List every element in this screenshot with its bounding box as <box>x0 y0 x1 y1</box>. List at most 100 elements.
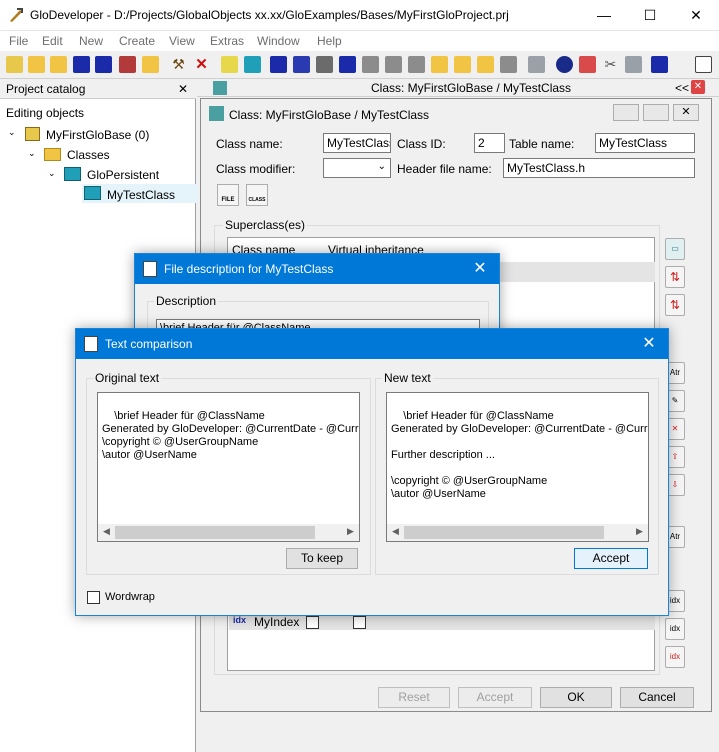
menu-view[interactable]: View <box>169 34 195 48</box>
open-db-icon[interactable] <box>142 56 159 73</box>
reset-button[interactable]: Reset <box>378 687 450 708</box>
index-case-checkbox[interactable] <box>353 616 366 629</box>
link-icon[interactable] <box>454 56 471 73</box>
close-button[interactable]: ✕ <box>673 0 719 31</box>
tree-item-mytestclass[interactable]: MyTestClass <box>107 188 175 202</box>
settings-icon[interactable] <box>625 56 642 73</box>
scroll-thumb[interactable] <box>115 526 315 539</box>
minimize-button[interactable] <box>613 104 639 121</box>
database-icon[interactable] <box>221 56 238 73</box>
tools-icon[interactable]: ✂ <box>602 56 619 73</box>
class-id-field[interactable]: 2 <box>474 133 505 153</box>
delete-icon[interactable]: ✕ <box>193 56 210 73</box>
stack-icon[interactable] <box>316 56 333 73</box>
file-icon: FILE <box>143 261 157 277</box>
mdi-tab-title[interactable]: Class: MyFirstGloBase / MyTestClass <box>371 81 571 95</box>
menu-file[interactable]: File <box>9 34 28 48</box>
ok-button[interactable]: OK <box>540 687 612 708</box>
original-text-content: \brief Header für @ClassName Generated b… <box>102 410 359 461</box>
scroll-left-icon[interactable]: ◀ <box>98 525 115 538</box>
close-icon[interactable]: ✕ <box>178 82 188 96</box>
menu-new[interactable]: New <box>79 34 103 48</box>
file-description-header: FILE File description for MyTestClass ✕ <box>135 254 499 284</box>
tree-item-glopersistent[interactable]: GloPersistent <box>87 168 159 182</box>
open-icon[interactable] <box>50 56 67 73</box>
save-all-icon[interactable] <box>95 56 112 73</box>
tree-item-database[interactable]: MyFirstGloBase (0) <box>46 128 149 142</box>
move-down-icon[interactable]: ⇅ <box>665 294 685 316</box>
scroll-left-icon[interactable]: ◀ <box>387 525 404 538</box>
header-file-field[interactable]: MyTestClass.h <box>503 158 695 178</box>
chevron-down-icon[interactable]: ⌄ <box>8 127 16 138</box>
tree-icon[interactable] <box>528 56 545 73</box>
original-text-area[interactable]: \brief Header für @ClassName Generated b… <box>97 392 360 542</box>
new-scrollbar[interactable]: ◀ ▶ <box>387 524 648 541</box>
page-icon[interactable] <box>500 56 517 73</box>
save-db-icon[interactable] <box>270 56 287 73</box>
class-name-field[interactable]: MyTestClass <box>323 133 391 153</box>
objects-icon[interactable] <box>293 56 310 73</box>
restore-button[interactable] <box>643 104 669 121</box>
properties-icon[interactable] <box>119 56 136 73</box>
project-catalog-header: Project catalog ✕ <box>0 80 196 99</box>
doc1-icon[interactable] <box>362 56 379 73</box>
build-icon[interactable]: ⚒ <box>170 56 187 73</box>
wordwrap-label: Wordwrap <box>105 591 155 603</box>
new-text-area[interactable]: \brief Header für @ClassName Generated b… <box>386 392 649 542</box>
original-text-label: Original text <box>93 371 162 385</box>
accept-button[interactable]: Accept <box>574 548 648 569</box>
edit-index-icon[interactable]: idx <box>665 618 685 640</box>
new-text-content: \brief Header für @ClassName Generated b… <box>391 410 648 500</box>
menu-edit[interactable]: Edit <box>42 34 63 48</box>
doc3-icon[interactable] <box>408 56 425 73</box>
hammer-icon <box>213 81 227 95</box>
file-description-button[interactable]: FILE <box>217 184 239 206</box>
windows-icon[interactable] <box>651 56 668 73</box>
class-description-button[interactable]: CLASS <box>246 184 268 206</box>
tree-item-classes[interactable]: Classes <box>67 148 110 162</box>
grid-icon[interactable] <box>579 56 596 73</box>
globe-icon[interactable] <box>556 56 573 73</box>
close-icon[interactable]: ✕ <box>461 254 499 284</box>
open-folder-icon[interactable] <box>28 56 45 73</box>
wordwrap-checkbox[interactable] <box>87 591 100 604</box>
table-icon[interactable] <box>244 56 261 73</box>
close-button[interactable]: ✕ <box>673 104 699 121</box>
accept-label: Accept <box>592 551 630 565</box>
save-icon[interactable] <box>73 56 90 73</box>
superclass-label: Superclass(es) <box>223 218 308 232</box>
class-modifier-select[interactable]: ⌄ <box>323 158 391 178</box>
delete-index-icon[interactable]: idx <box>665 646 685 668</box>
chevron-down-icon[interactable]: ⌄ <box>48 168 56 179</box>
table-name-field[interactable]: MyTestClass <box>595 133 695 153</box>
menu-help[interactable]: Help <box>317 34 342 48</box>
menu-extras[interactable]: Extras <box>210 34 244 48</box>
cancel-button[interactable]: Cancel <box>620 687 694 708</box>
add-superclass-icon[interactable]: ▭ <box>665 238 685 260</box>
list-icon[interactable] <box>339 56 356 73</box>
to-keep-button[interactable]: To keep <box>286 548 358 569</box>
header-file-icon[interactable] <box>431 56 448 73</box>
to-keep-label: To keep <box>300 551 344 565</box>
scroll-thumb[interactable] <box>404 526 604 539</box>
move-up-icon[interactable]: ⇅ <box>665 266 685 288</box>
scroll-right-icon[interactable]: ▶ <box>342 525 359 538</box>
document-icon[interactable] <box>477 56 494 73</box>
mdi-nav-button[interactable]: << <box>675 81 689 95</box>
mdi-close-button[interactable]: ✕ <box>691 80 705 94</box>
book-icon[interactable] <box>695 56 712 73</box>
menu-window[interactable]: Window <box>257 34 300 48</box>
menu-create[interactable]: Create <box>119 34 155 48</box>
new-project-icon[interactable] <box>6 56 23 73</box>
maximize-button[interactable]: ☐ <box>627 0 673 31</box>
close-icon[interactable]: ✕ <box>630 329 668 359</box>
scroll-right-icon[interactable]: ▶ <box>631 525 648 538</box>
doc2-icon[interactable] <box>385 56 402 73</box>
chevron-down-icon: ⌄ <box>377 161 386 172</box>
chevron-down-icon[interactable]: ⌄ <box>28 148 36 159</box>
accept-button[interactable]: Accept <box>458 687 532 708</box>
class-window-header: Class: MyFirstGloBase / MyTestClass ✕ <box>201 99 711 127</box>
original-scrollbar[interactable]: ◀ ▶ <box>98 524 359 541</box>
minimize-button[interactable]: — <box>581 0 627 31</box>
index-unique-checkbox[interactable] <box>306 616 319 629</box>
